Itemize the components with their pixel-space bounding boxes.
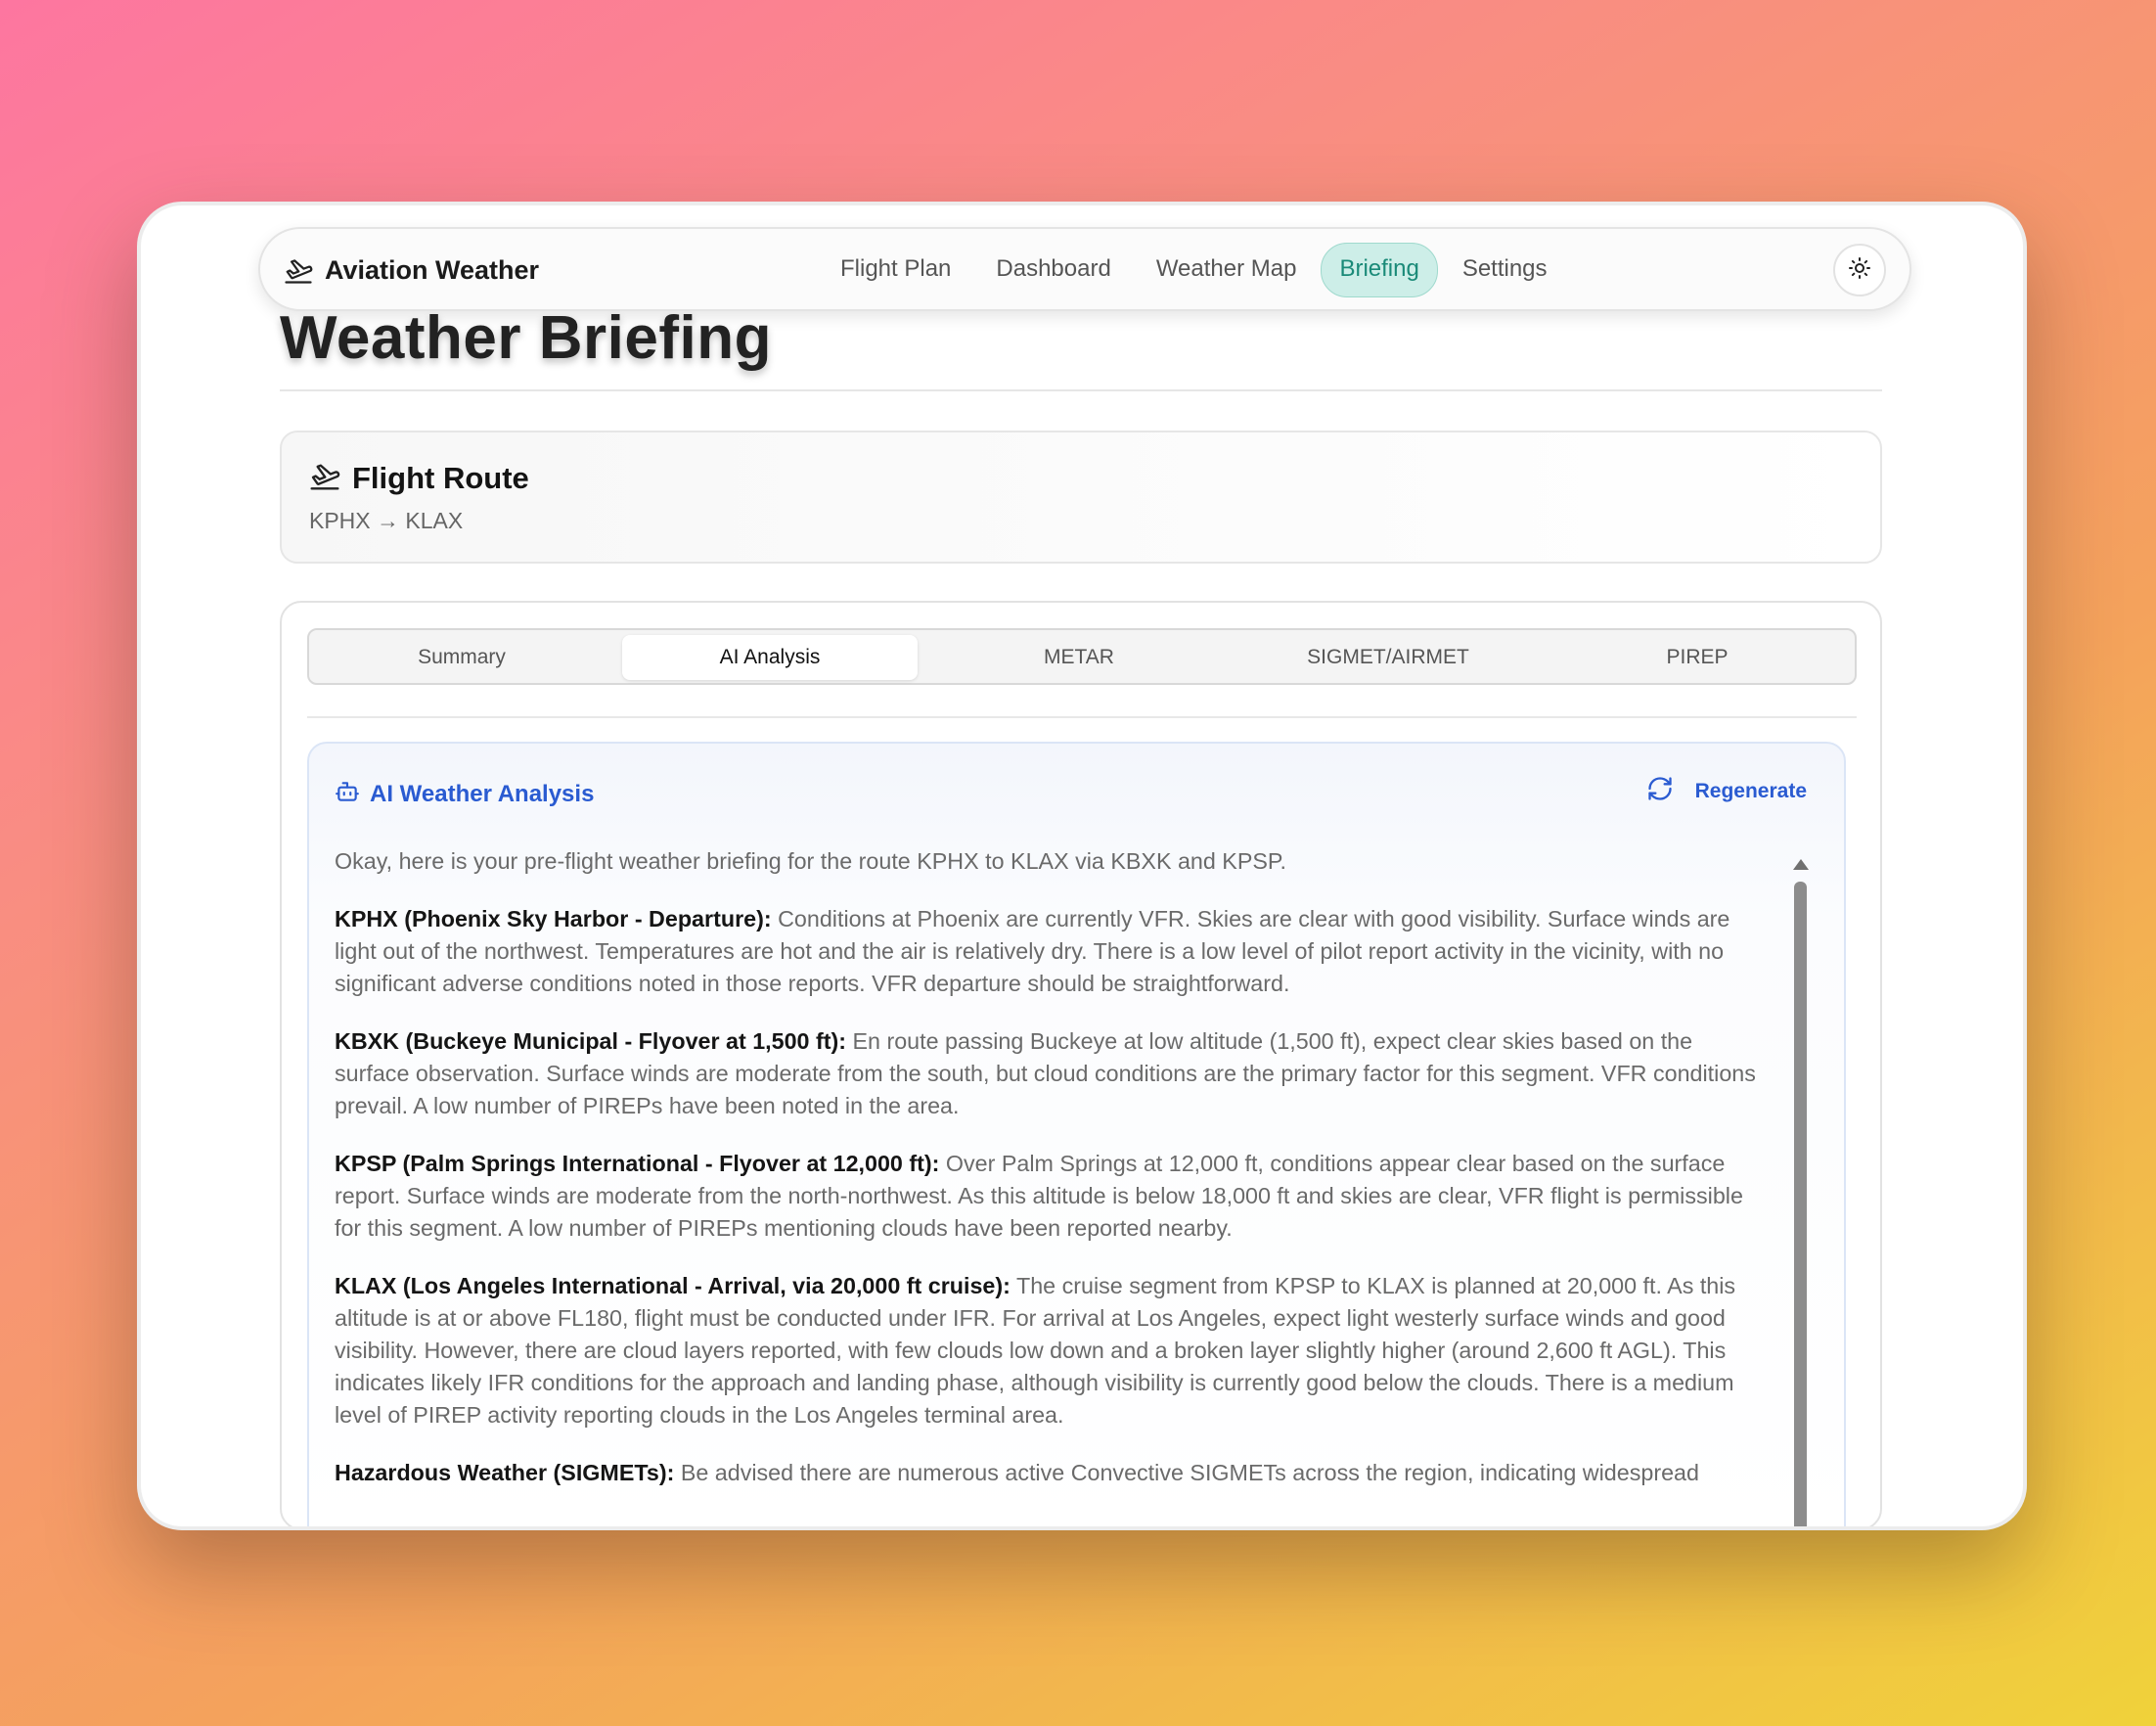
brand-name: Aviation Weather [325,254,540,285]
tab-ai-analysis[interactable]: AI Analysis [622,635,918,680]
ai-analysis-title: AI Weather Analysis [370,780,595,807]
title-divider [280,389,1882,391]
analysis-intro: Okay, here is your pre-flight weather br… [335,848,1286,874]
regenerate-button[interactable]: Regenerate [1646,775,1807,807]
sun-icon [1848,256,1871,285]
section-heading: KLAX (Los Angeles International - Arriva… [335,1273,1011,1298]
analysis-text: Okay, here is your pre-flight weather br… [335,845,1769,1515]
tab-pirep[interactable]: PIREP [1550,635,1845,680]
section-body: Be advised there are numerous active Con… [674,1460,1699,1485]
tabs-divider [307,716,1857,718]
scroll-up-arrow[interactable] [1793,859,1809,870]
analysis-section-sigmets: Hazardous Weather (SIGMETs): Be advised … [335,1457,1769,1489]
section-heading: KPSP (Palm Springs International - Flyov… [335,1151,940,1176]
regenerate-label: Regenerate [1694,779,1807,802]
refresh-icon [1646,775,1674,807]
nav-link-settings[interactable]: Settings [1442,243,1568,295]
flight-route-card: Flight Route KPHX → KLAX [280,431,1882,564]
section-heading: KPHX (Phoenix Sky Harbor - Departure): [335,906,772,931]
nav-link-briefing[interactable]: Briefing [1321,243,1438,297]
nav-link-dashboard[interactable]: Dashboard [975,243,1131,295]
top-navbar: Aviation Weather Flight Plan Dashboard W… [258,227,1911,311]
robot-icon [335,779,360,809]
nav-link-flight-plan[interactable]: Flight Plan [820,243,971,295]
tab-metar[interactable]: METAR [931,635,1227,680]
app-window: Aviation Weather Flight Plan Dashboard W… [137,202,2027,1530]
plane-departure-icon [309,460,340,496]
ai-analysis-panel: AI Weather Analysis Regenerate Okay, her… [307,742,1846,1526]
tab-sigmet-airmet[interactable]: SIGMET/AIRMET [1240,635,1536,680]
page-title: Weather Briefing [280,304,772,372]
analysis-section-kpsp: KPSP (Palm Springs International - Flyov… [335,1148,1769,1245]
analysis-section-kphx: KPHX (Phoenix Sky Harbor - Departure): C… [335,903,1769,1000]
route-card-header: Flight Route [309,460,529,496]
section-heading: Hazardous Weather (SIGMETs): [335,1460,675,1485]
analysis-section-klax: KLAX (Los Angeles International - Arriva… [335,1270,1769,1431]
briefing-tabs: Summary AI Analysis METAR SIGMET/AIRMET … [307,628,1857,685]
scrollbar-thumb[interactable] [1794,882,1807,1526]
briefing-card: Summary AI Analysis METAR SIGMET/AIRMET … [280,601,1882,1526]
route-summary: KPHX → KLAX [309,508,464,533]
theme-toggle-button[interactable] [1833,244,1886,296]
nav-link-weather-map[interactable]: Weather Map [1136,243,1318,295]
section-heading: KBXK (Buckeye Municipal - Flyover at 1,5… [335,1028,847,1054]
analysis-section-kbxk: KBXK (Buckeye Municipal - Flyover at 1,5… [335,1025,1769,1122]
ai-analysis-header: AI Weather Analysis [335,779,594,809]
tab-summary[interactable]: Summary [314,635,609,680]
nav-links: Flight Plan Dashboard Weather Map Briefi… [820,243,1568,297]
plane-departure-icon [284,255,313,285]
brand[interactable]: Aviation Weather [284,229,539,311]
route-card-title: Flight Route [352,460,529,495]
